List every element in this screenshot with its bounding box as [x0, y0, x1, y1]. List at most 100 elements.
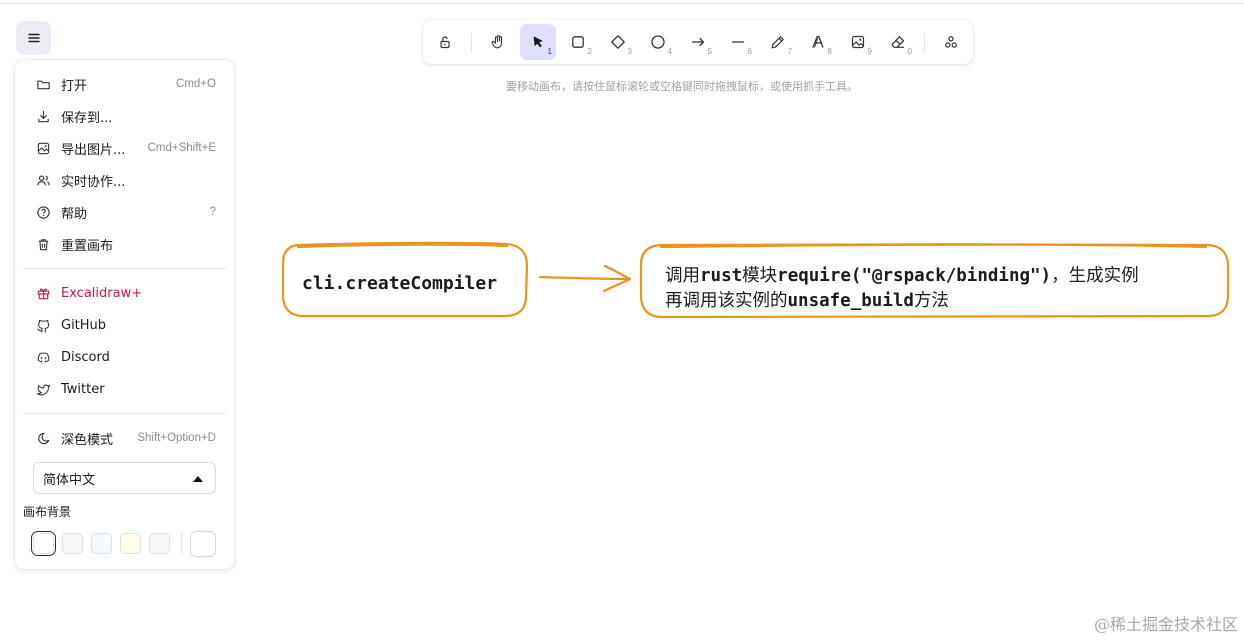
toolbar-divider — [924, 33, 925, 52]
tool-extra-tools[interactable] — [933, 24, 969, 60]
trash-icon — [35, 236, 51, 252]
rectangle-icon — [572, 36, 584, 48]
menu-link-twitter[interactable]: Twitter — [15, 375, 234, 403]
diamond-icon — [611, 35, 625, 49]
discord-icon — [35, 349, 51, 365]
menu-item-label: 打开 — [61, 78, 88, 94]
menu-item-shortcut: Cmd+O — [176, 78, 216, 90]
tool-text[interactable]: 8 — [800, 24, 836, 60]
menu-item-label: 深色模式 — [61, 432, 114, 448]
tool-draw[interactable]: 7 — [760, 24, 796, 60]
main-menu-button[interactable] — [16, 21, 51, 55]
tool-shortcut: 3 — [627, 47, 632, 56]
hamburger-icon — [27, 33, 40, 43]
bg-color-swatch[interactable] — [91, 533, 112, 554]
image-icon — [851, 35, 865, 49]
arrow-right-icon — [691, 37, 705, 47]
menu-item-save-to[interactable]: 保存到... — [15, 102, 234, 130]
tool-shortcut: 6 — [747, 47, 752, 56]
menu-item-label: 帮助 — [61, 206, 88, 222]
compiler-box-text[interactable]: cli.createCompiler — [302, 273, 497, 294]
bg-color-swatch[interactable] — [120, 533, 141, 554]
menu-item-shortcut: Shift+Option+D — [137, 432, 216, 444]
users-icon — [35, 172, 51, 188]
tool-eraser[interactable]: 0 — [880, 24, 916, 60]
lock-open-icon — [440, 36, 450, 49]
tool-rectangle[interactable]: 2 — [560, 24, 596, 60]
tool-selection[interactable]: 1 — [520, 24, 556, 60]
bg-color-swatch[interactable] — [62, 533, 83, 554]
text-segment-bold: rust — [700, 266, 743, 286]
github-icon — [35, 317, 51, 333]
menu-item-label: 保存到... — [61, 110, 113, 126]
ellipse-icon — [651, 35, 665, 49]
shapes-toolbar: 1 2 3 4 5 6 7 8 9 0 — [423, 20, 973, 64]
menu-link-discord[interactable]: Discord — [15, 343, 234, 371]
tool-hand[interactable] — [480, 24, 516, 60]
download-icon — [35, 108, 51, 124]
menu-item-label: GitHub — [61, 317, 107, 333]
tool-shortcut: 4 — [667, 47, 672, 56]
tool-line[interactable]: 6 — [720, 24, 756, 60]
tool-shortcut: 1 — [547, 47, 552, 56]
menu-item-dark-mode[interactable]: 深色模式 Shift+Option+D — [15, 424, 234, 452]
caret-up-icon — [193, 476, 203, 482]
menu-item-label: 实时协作... — [61, 174, 126, 190]
tool-shortcut: 0 — [907, 47, 912, 56]
text-segment: 模块 — [742, 266, 778, 286]
twitter-icon — [35, 381, 51, 397]
language-select[interactable]: 简体中文 — [33, 462, 216, 494]
menu-item-label: Twitter — [61, 381, 105, 397]
tool-shortcut: 5 — [707, 47, 712, 56]
text-segment: 调用 — [665, 266, 700, 286]
menu-item-label: Excalidraw+ — [61, 285, 143, 301]
text-segment: ，生成实例 — [1051, 266, 1139, 286]
language-select-value: 简体中文 — [43, 472, 96, 488]
bg-color-swatch[interactable] — [31, 531, 56, 556]
export-image-icon — [35, 140, 51, 156]
menu-item-reset-canvas[interactable]: 重置画布 — [15, 230, 234, 258]
text-segment-bold: require("@rspack/binding") — [777, 266, 1052, 286]
bg-color-swatch[interactable] — [149, 533, 170, 554]
menu-item-shortcut: ? — [209, 206, 216, 218]
eraser-icon — [891, 36, 905, 48]
menu-link-excalidraw-plus[interactable]: Excalidraw+ — [15, 279, 234, 307]
custom-color-picker[interactable] — [190, 531, 216, 557]
text-segment-bold: unsafe_build — [787, 291, 914, 311]
menu-link-github[interactable]: GitHub — [15, 311, 234, 339]
canvas-background-label: 画布背景 — [23, 505, 72, 519]
gift-icon — [35, 285, 51, 301]
main-menu: 打开 Cmd+O 保存到... 导出图片... Cmd+Shift+E 实时协作… — [15, 60, 234, 569]
tool-lock[interactable] — [427, 24, 463, 60]
top-border — [0, 3, 1244, 4]
tool-diamond[interactable]: 3 — [600, 24, 636, 60]
tool-shortcut: 7 — [787, 47, 792, 56]
cursor-arrow-icon — [533, 36, 543, 48]
tool-shortcut: 2 — [587, 47, 592, 56]
swatch-divider — [181, 533, 182, 554]
pencil-icon — [771, 36, 784, 49]
menu-item-help[interactable]: 帮助 ? — [15, 198, 234, 226]
menu-item-export-image[interactable]: 导出图片... Cmd+Shift+E — [15, 134, 234, 162]
menu-item-label: 重置画布 — [61, 238, 114, 254]
tool-image[interactable]: 9 — [840, 24, 876, 60]
text-segment: 再调用该实例的 — [665, 291, 788, 311]
menu-item-label: 导出图片... — [61, 142, 126, 158]
text-icon — [812, 35, 824, 48]
watermark: @稀土掘金技术社区 — [1093, 615, 1238, 634]
menu-item-live-collab[interactable]: 实时协作... — [15, 166, 234, 194]
folder-icon — [35, 76, 51, 92]
explanation-text-line-2[interactable]: 再调用该实例的unsafe_build方法 — [665, 287, 949, 312]
moon-icon — [35, 430, 51, 446]
text-segment: 方法 — [913, 291, 949, 311]
tool-ellipse[interactable]: 4 — [640, 24, 676, 60]
menu-item-open[interactable]: 打开 Cmd+O — [15, 70, 234, 98]
menu-divider — [23, 268, 226, 269]
tool-arrow[interactable]: 5 — [680, 24, 716, 60]
hand-icon — [491, 35, 503, 49]
tool-shortcut: 8 — [827, 47, 832, 56]
menu-item-label: Discord — [61, 349, 110, 365]
explanation-text-line-1[interactable]: 调用rust模块require("@rspack/binding")，生成实例 — [665, 262, 1139, 287]
help-icon — [35, 204, 51, 220]
shapes-library-icon — [945, 36, 957, 48]
